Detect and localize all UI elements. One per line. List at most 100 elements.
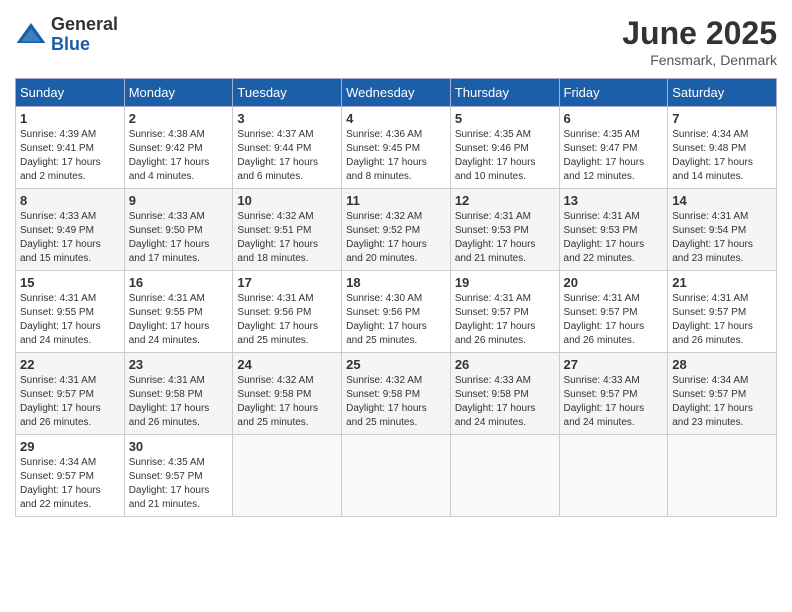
sunset-label: Sunset: 9:47 PM — [564, 143, 638, 154]
day-info: Sunrise: 4:31 AM Sunset: 9:57 PM Dayligh… — [455, 292, 555, 348]
daylight-label: Daylight: 17 hours and 8 minutes. — [346, 157, 427, 182]
day-number: 28 — [672, 357, 772, 372]
calendar-cell — [559, 435, 668, 517]
day-info: Sunrise: 4:30 AM Sunset: 9:56 PM Dayligh… — [346, 292, 446, 348]
daylight-label: Daylight: 17 hours and 21 minutes. — [455, 239, 536, 264]
sunrise-label: Sunrise: 4:30 AM — [346, 293, 422, 304]
day-number: 1 — [20, 111, 120, 126]
day-info: Sunrise: 4:31 AM Sunset: 9:56 PM Dayligh… — [237, 292, 337, 348]
calendar-header-saturday: Saturday — [668, 79, 777, 107]
sunset-label: Sunset: 9:51 PM — [237, 225, 311, 236]
sunrise-label: Sunrise: 4:31 AM — [129, 375, 205, 386]
calendar-week-row: 15 Sunrise: 4:31 AM Sunset: 9:55 PM Dayl… — [16, 271, 777, 353]
sunrise-label: Sunrise: 4:31 AM — [20, 293, 96, 304]
day-number: 24 — [237, 357, 337, 372]
sunrise-label: Sunrise: 4:31 AM — [455, 211, 531, 222]
sunrise-label: Sunrise: 4:36 AM — [346, 129, 422, 140]
day-number: 11 — [346, 193, 446, 208]
sunset-label: Sunset: 9:57 PM — [455, 307, 529, 318]
logo-blue-text: Blue — [51, 35, 118, 55]
calendar-cell: 7 Sunrise: 4:34 AM Sunset: 9:48 PM Dayli… — [668, 107, 777, 189]
sunset-label: Sunset: 9:44 PM — [237, 143, 311, 154]
day-number: 30 — [129, 439, 229, 454]
sunrise-label: Sunrise: 4:31 AM — [237, 293, 313, 304]
logo: General Blue — [15, 15, 118, 55]
sunset-label: Sunset: 9:54 PM — [672, 225, 746, 236]
sunset-label: Sunset: 9:41 PM — [20, 143, 94, 154]
sunrise-label: Sunrise: 4:39 AM — [20, 129, 96, 140]
calendar-cell: 13 Sunrise: 4:31 AM Sunset: 9:53 PM Dayl… — [559, 189, 668, 271]
calendar-cell: 29 Sunrise: 4:34 AM Sunset: 9:57 PM Dayl… — [16, 435, 125, 517]
day-number: 19 — [455, 275, 555, 290]
calendar-cell: 11 Sunrise: 4:32 AM Sunset: 9:52 PM Dayl… — [342, 189, 451, 271]
calendar-cell: 16 Sunrise: 4:31 AM Sunset: 9:55 PM Dayl… — [124, 271, 233, 353]
sunset-label: Sunset: 9:55 PM — [20, 307, 94, 318]
logo-general-text: General — [51, 15, 118, 35]
sunrise-label: Sunrise: 4:32 AM — [237, 211, 313, 222]
day-info: Sunrise: 4:34 AM Sunset: 9:57 PM Dayligh… — [672, 374, 772, 430]
calendar-cell: 15 Sunrise: 4:31 AM Sunset: 9:55 PM Dayl… — [16, 271, 125, 353]
day-number: 3 — [237, 111, 337, 126]
daylight-label: Daylight: 17 hours and 25 minutes. — [237, 403, 318, 428]
daylight-label: Daylight: 17 hours and 14 minutes. — [672, 157, 753, 182]
sunset-label: Sunset: 9:57 PM — [129, 471, 203, 482]
day-info: Sunrise: 4:31 AM Sunset: 9:58 PM Dayligh… — [129, 374, 229, 430]
day-info: Sunrise: 4:31 AM Sunset: 9:55 PM Dayligh… — [129, 292, 229, 348]
calendar-table: SundayMondayTuesdayWednesdayThursdayFrid… — [15, 78, 777, 517]
daylight-label: Daylight: 17 hours and 26 minutes. — [129, 403, 210, 428]
title-section: June 2025 Fensmark, Denmark — [622, 15, 777, 68]
day-info: Sunrise: 4:32 AM Sunset: 9:58 PM Dayligh… — [346, 374, 446, 430]
calendar-cell: 9 Sunrise: 4:33 AM Sunset: 9:50 PM Dayli… — [124, 189, 233, 271]
sunrise-label: Sunrise: 4:32 AM — [346, 375, 422, 386]
calendar-header-wednesday: Wednesday — [342, 79, 451, 107]
calendar-cell: 17 Sunrise: 4:31 AM Sunset: 9:56 PM Dayl… — [233, 271, 342, 353]
calendar-header-row: SundayMondayTuesdayWednesdayThursdayFrid… — [16, 79, 777, 107]
calendar-cell: 10 Sunrise: 4:32 AM Sunset: 9:51 PM Dayl… — [233, 189, 342, 271]
daylight-label: Daylight: 17 hours and 17 minutes. — [129, 239, 210, 264]
day-info: Sunrise: 4:33 AM Sunset: 9:58 PM Dayligh… — [455, 374, 555, 430]
daylight-label: Daylight: 17 hours and 6 minutes. — [237, 157, 318, 182]
daylight-label: Daylight: 17 hours and 26 minutes. — [455, 321, 536, 346]
sunrise-label: Sunrise: 4:33 AM — [564, 375, 640, 386]
day-number: 13 — [564, 193, 664, 208]
sunrise-label: Sunrise: 4:34 AM — [672, 129, 748, 140]
sunrise-label: Sunrise: 4:38 AM — [129, 129, 205, 140]
calendar-cell: 1 Sunrise: 4:39 AM Sunset: 9:41 PM Dayli… — [16, 107, 125, 189]
calendar-cell: 5 Sunrise: 4:35 AM Sunset: 9:46 PM Dayli… — [450, 107, 559, 189]
daylight-label: Daylight: 17 hours and 20 minutes. — [346, 239, 427, 264]
daylight-label: Daylight: 17 hours and 24 minutes. — [564, 403, 645, 428]
day-info: Sunrise: 4:32 AM Sunset: 9:51 PM Dayligh… — [237, 210, 337, 266]
day-info: Sunrise: 4:37 AM Sunset: 9:44 PM Dayligh… — [237, 128, 337, 184]
sunset-label: Sunset: 9:49 PM — [20, 225, 94, 236]
day-info: Sunrise: 4:32 AM Sunset: 9:58 PM Dayligh… — [237, 374, 337, 430]
calendar-week-row: 22 Sunrise: 4:31 AM Sunset: 9:57 PM Dayl… — [16, 353, 777, 435]
daylight-label: Daylight: 17 hours and 10 minutes. — [455, 157, 536, 182]
sunrise-label: Sunrise: 4:35 AM — [455, 129, 531, 140]
day-info: Sunrise: 4:31 AM Sunset: 9:53 PM Dayligh… — [455, 210, 555, 266]
daylight-label: Daylight: 17 hours and 4 minutes. — [129, 157, 210, 182]
day-info: Sunrise: 4:33 AM Sunset: 9:49 PM Dayligh… — [20, 210, 120, 266]
sunrise-label: Sunrise: 4:35 AM — [564, 129, 640, 140]
daylight-label: Daylight: 17 hours and 15 minutes. — [20, 239, 101, 264]
sunset-label: Sunset: 9:57 PM — [672, 307, 746, 318]
day-info: Sunrise: 4:31 AM Sunset: 9:57 PM Dayligh… — [564, 292, 664, 348]
sunrise-label: Sunrise: 4:32 AM — [346, 211, 422, 222]
day-info: Sunrise: 4:35 AM Sunset: 9:46 PM Dayligh… — [455, 128, 555, 184]
sunset-label: Sunset: 9:57 PM — [564, 307, 638, 318]
daylight-label: Daylight: 17 hours and 24 minutes. — [455, 403, 536, 428]
sunrise-label: Sunrise: 4:31 AM — [564, 211, 640, 222]
calendar-header-sunday: Sunday — [16, 79, 125, 107]
sunset-label: Sunset: 9:56 PM — [346, 307, 420, 318]
sunset-label: Sunset: 9:56 PM — [237, 307, 311, 318]
sunset-label: Sunset: 9:58 PM — [455, 389, 529, 400]
day-number: 20 — [564, 275, 664, 290]
sunrise-label: Sunrise: 4:31 AM — [672, 293, 748, 304]
sunset-label: Sunset: 9:53 PM — [455, 225, 529, 236]
calendar-cell: 30 Sunrise: 4:35 AM Sunset: 9:57 PM Dayl… — [124, 435, 233, 517]
day-number: 16 — [129, 275, 229, 290]
daylight-label: Daylight: 17 hours and 25 minutes. — [237, 321, 318, 346]
sunset-label: Sunset: 9:55 PM — [129, 307, 203, 318]
calendar-cell: 14 Sunrise: 4:31 AM Sunset: 9:54 PM Dayl… — [668, 189, 777, 271]
day-number: 9 — [129, 193, 229, 208]
calendar-header-monday: Monday — [124, 79, 233, 107]
